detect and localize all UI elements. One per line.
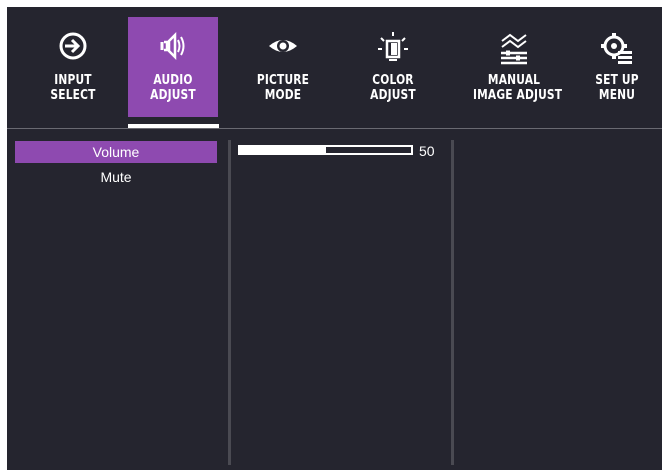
image-adjust-icon (464, 31, 564, 65)
tab-audio-adjust[interactable]: AUDIO ADJUST (128, 17, 218, 117)
tab-label: AUDIO ADJUST (150, 73, 196, 103)
tab-label: MANUAL IMAGE ADJUST (473, 73, 563, 103)
tab-picture-mode[interactable]: PICTURE MODE (238, 17, 328, 117)
volume-slider[interactable] (238, 145, 413, 155)
tab-label: SET UP MENU (595, 73, 639, 103)
column-divider-left (228, 140, 231, 465)
eye-icon (238, 31, 328, 65)
speaker-icon (128, 31, 218, 65)
tab-color-adjust[interactable]: COLOR ADJUST (348, 17, 438, 117)
tab-manual-image-adjust[interactable]: MANUAL IMAGE ADJUST (464, 17, 564, 117)
tab-label: PICTURE MODE (256, 73, 310, 103)
menu-item-volume[interactable]: Volume (15, 141, 217, 163)
tab-input-select[interactable]: INPUT SELECT (28, 17, 118, 117)
menu-item-mute[interactable]: Mute (15, 166, 217, 188)
volume-value: 50 (419, 143, 435, 159)
input-select-icon (28, 31, 118, 65)
tab-label: INPUT SELECT (50, 73, 96, 103)
tab-bar: INPUT SELECT AUDIO ADJUST PICTURE MODE C… (7, 7, 662, 128)
color-bulb-icon (348, 31, 438, 65)
gear-menu-icon (577, 31, 657, 65)
column-divider-right (451, 140, 454, 465)
volume-slider-fill (240, 147, 326, 153)
tab-setup-menu[interactable]: SET UP MENU (577, 17, 657, 117)
osd-menu: INPUT SELECT AUDIO ADJUST PICTURE MODE C… (7, 7, 662, 470)
tab-label: COLOR ADJUST (370, 73, 416, 103)
header-divider (7, 128, 662, 129)
